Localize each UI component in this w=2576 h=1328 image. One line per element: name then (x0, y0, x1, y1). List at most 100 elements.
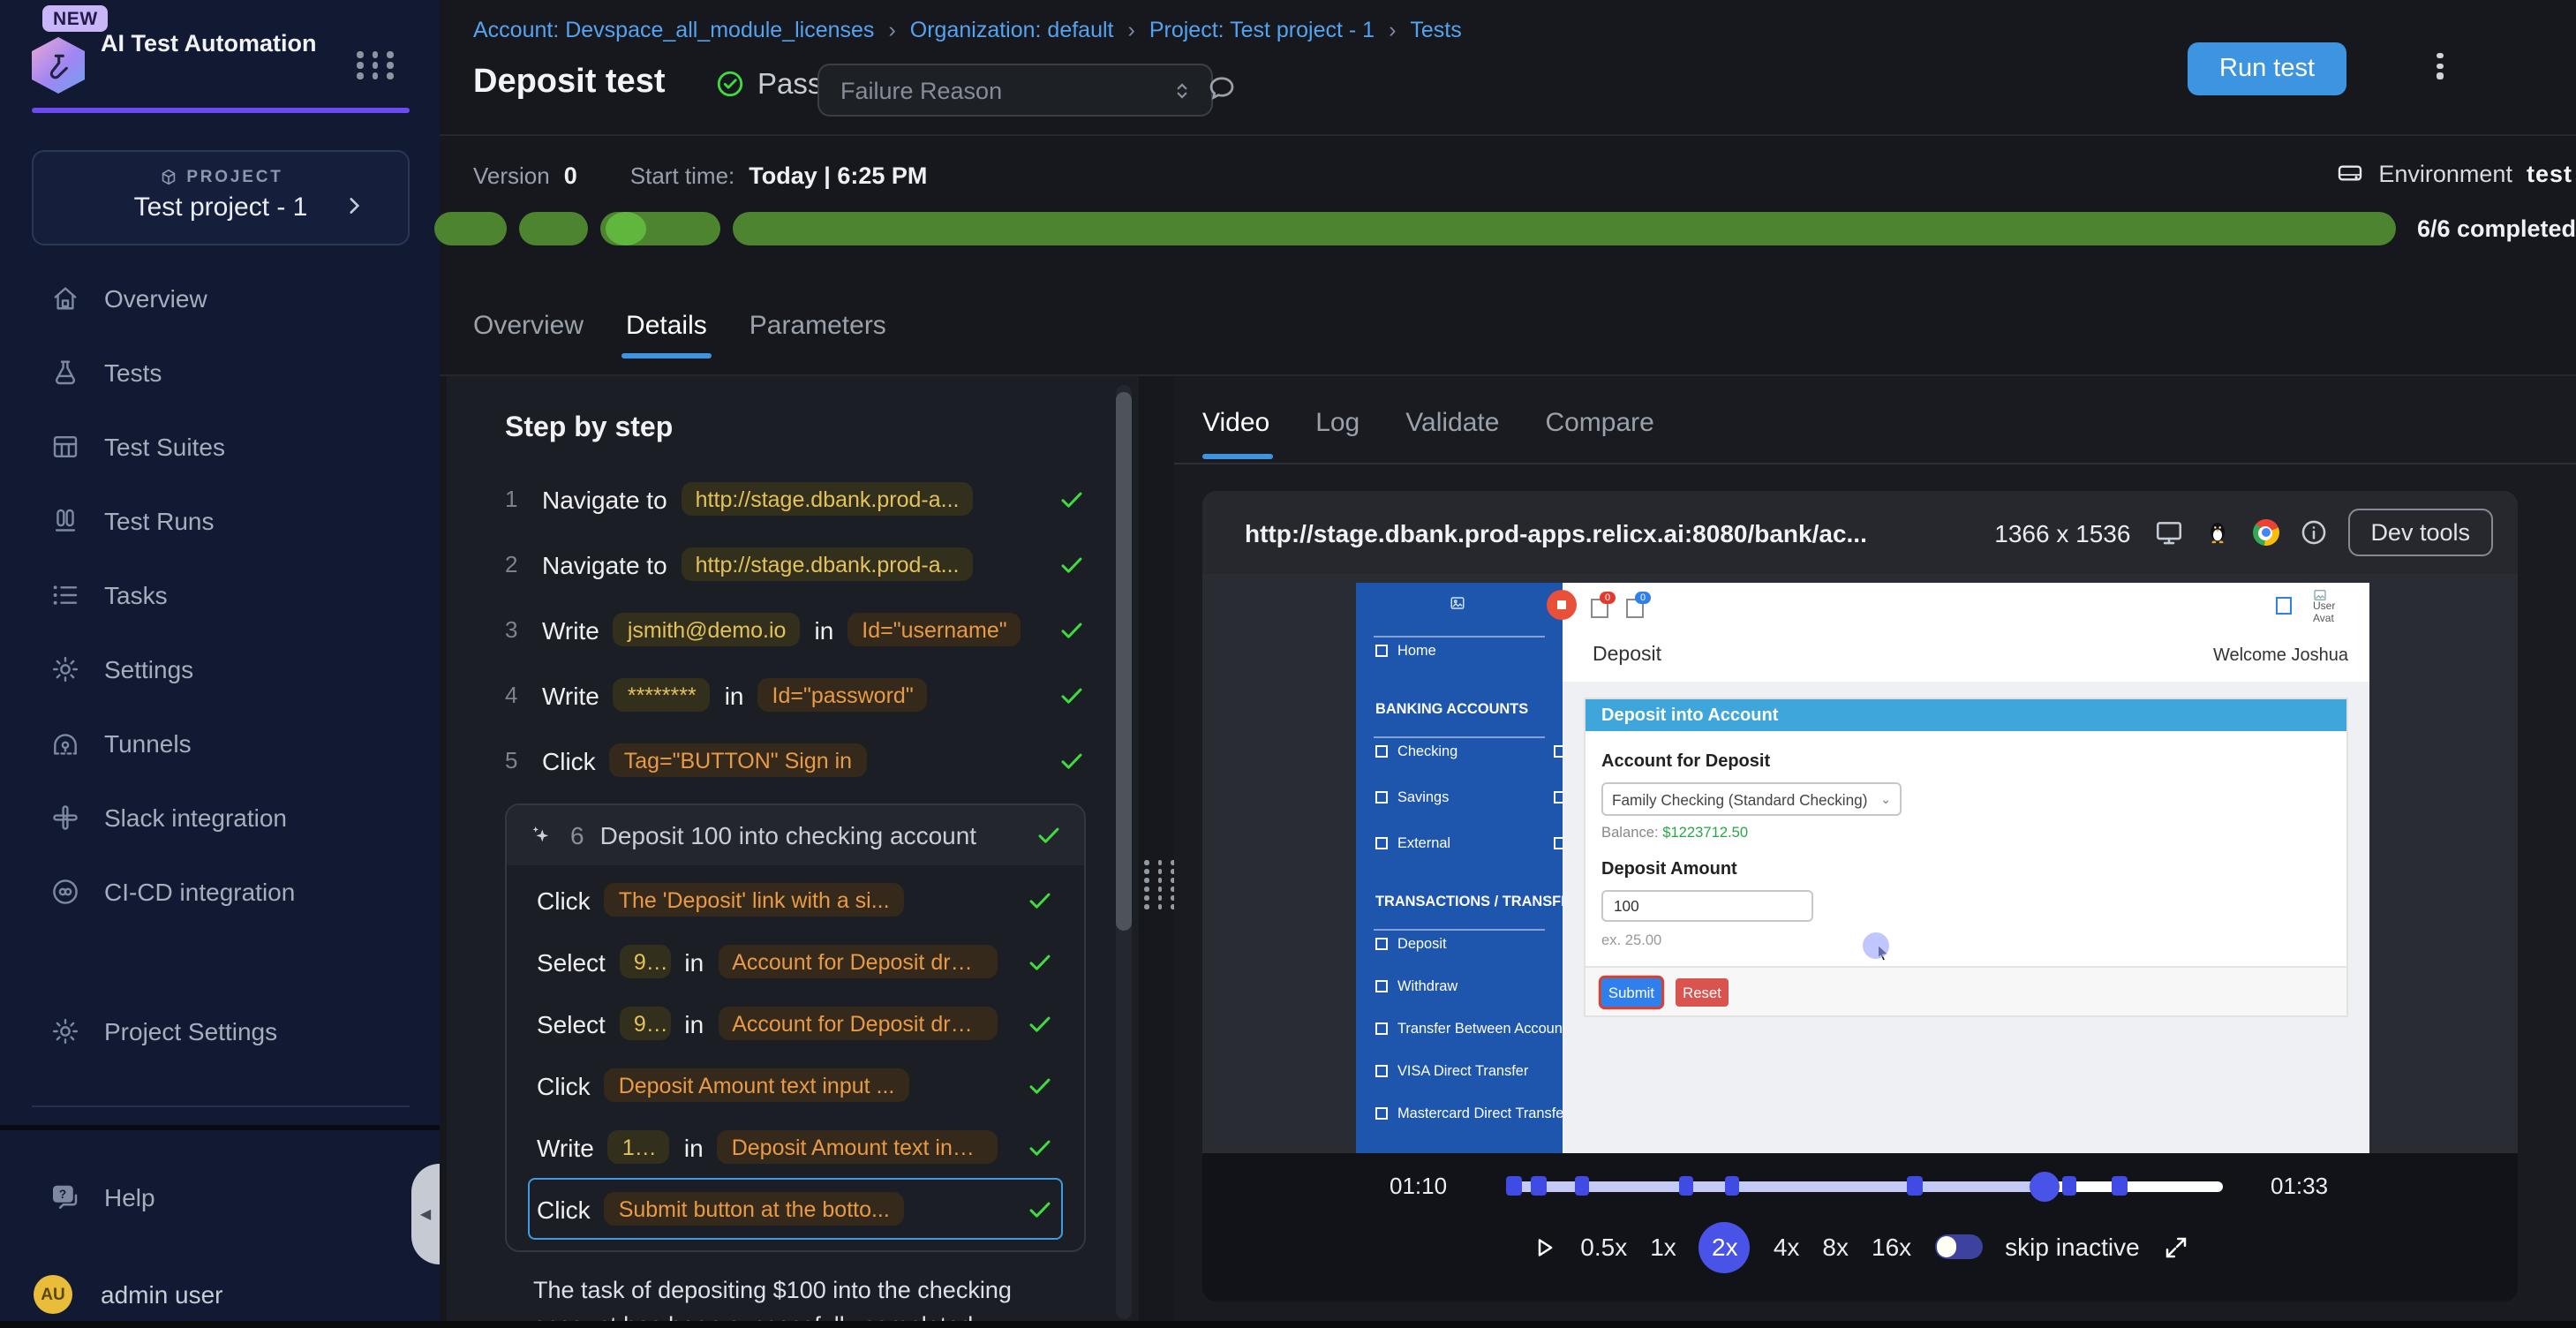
video-url: http://stage.dbank.prod-apps.relicx.ai:8… (1245, 518, 1975, 547)
bank-submit-button[interactable]: Submit (1601, 977, 1661, 1006)
failure-reason-select[interactable]: Failure Reason (817, 64, 1213, 117)
timeline-marker[interactable] (1725, 1177, 1740, 1196)
video-tab-compare[interactable]: Compare (1545, 408, 1653, 459)
sidebar-collapse-handle[interactable]: ◀ (411, 1164, 440, 1264)
bank-amount-input[interactable]: 100 (1601, 890, 1813, 922)
bank-topbar-blue-icon[interactable] (2276, 597, 2292, 615)
sidebar-item-help[interactable]: ? Help (0, 1160, 440, 1234)
bank-card-header: Deposit into Account (1586, 699, 2346, 731)
video-tab-validate[interactable]: Validate (1405, 408, 1499, 459)
step-action-text: Select (537, 947, 606, 976)
bank-welcome-text: Welcome Joshua (2213, 646, 2348, 666)
step-row[interactable]: Write100inDeposit Amount text input ... (528, 1116, 1063, 1178)
step-row[interactable]: Select95inAccount for Deposit dropd... (528, 992, 1063, 1054)
apps-grid-icon[interactable] (357, 51, 397, 79)
info-icon[interactable] (2298, 517, 2328, 547)
sidebar-item-settings[interactable]: Settings (0, 632, 440, 706)
step-number: 3 (505, 616, 528, 643)
sidebar-item-overview[interactable]: Overview (0, 261, 440, 336)
bank-user-avatar[interactable]: User Avat (2313, 588, 2355, 627)
bank-account-select[interactable]: Family Checking (Standard Checking) ⌄ (1601, 782, 1902, 816)
bank-sidebar-item-deposit[interactable]: Deposit (1356, 936, 1582, 952)
video-timeline[interactable] (1506, 1181, 2223, 1191)
speed-4x[interactable]: 4x (1774, 1233, 1800, 1261)
step-row[interactable]: 1Navigate tohttp://stage.dbank.prod-a... (505, 466, 1086, 532)
timeline-marker[interactable] (1574, 1177, 1589, 1196)
bank-sidebar-item-transfer-between-accounts[interactable]: Transfer Between Accounts (1356, 1021, 1582, 1037)
sidebar-item-test-suites[interactable]: Test Suites (0, 410, 440, 484)
sidebar-item-tests[interactable]: Tests (0, 336, 440, 410)
timeline-scrubber-handle[interactable] (2029, 1172, 2059, 1202)
bank-reset-button[interactable]: Reset (1676, 977, 1729, 1006)
tab-parameters[interactable]: Parameters (749, 311, 886, 358)
breadcrumb-separator: › (888, 18, 895, 42)
sidebar-item-slack-integration[interactable]: Slack integration (0, 781, 440, 855)
fullscreen-icon[interactable] (2163, 1234, 2189, 1260)
speed-16x[interactable]: 16x (1872, 1233, 1911, 1261)
tab-overview[interactable]: Overview (473, 311, 584, 358)
step-row-selected[interactable]: ClickSubmit button at the botto... (528, 1178, 1063, 1240)
step-group-header[interactable]: 6Deposit 100 into checking account (507, 805, 1084, 865)
video-panel: Video Log Validate Compare http://stage.dba… (1174, 376, 2576, 1328)
video-tab-log[interactable]: Log (1315, 408, 1360, 459)
dev-tools-button[interactable]: Dev tools (2347, 509, 2493, 556)
video-tab-video[interactable]: Video (1202, 408, 1269, 459)
breadcrumb-item[interactable]: Account: Devspace_all_module_licenses (473, 18, 874, 42)
timeline-marker[interactable] (1532, 1177, 1547, 1196)
step-row[interactable]: 4Write********inId="password" (505, 662, 1086, 728)
video-controls-strip: 01:10 01:33 0.5x1x2x4x8x16x skip inactiv… (1202, 1153, 2518, 1302)
sidebar-item-tasks[interactable]: Tasks (0, 558, 440, 632)
sidebar-item-tunnels[interactable]: Tunnels (0, 706, 440, 781)
sidebar-item-project-settings[interactable]: Project Settings (0, 994, 440, 1068)
timeline-marker[interactable] (1908, 1177, 1923, 1196)
speed-0.5x[interactable]: 0.5x (1580, 1233, 1627, 1261)
page-title: Deposit test (473, 64, 666, 102)
bank-sidebar-item-home[interactable]: Home (1356, 643, 1582, 659)
breadcrumb-item[interactable]: Organization: default (910, 18, 1114, 42)
skip-inactive-toggle[interactable] (1934, 1234, 1982, 1259)
timeline-marker[interactable] (2112, 1177, 2127, 1196)
step-row[interactable]: Select95inAccount for Deposit dropd... (528, 931, 1063, 992)
breadcrumb-item[interactable]: Project: Test project - 1 (1149, 18, 1375, 42)
step-row[interactable]: 5ClickTag="BUTTON" Sign in (505, 728, 1086, 793)
bank-sidebar-item-savings[interactable]: Savings (1356, 789, 1582, 805)
bank-sidebar-item-visa-direct-transfer[interactable]: VISA Direct Transfer (1356, 1063, 1582, 1079)
sidebar-item-label: Tasks (104, 581, 168, 609)
sidebar-item-ci-cd-integration[interactable]: CI-CD integration (0, 855, 440, 929)
steps-scrollbar[interactable] (1116, 385, 1132, 1319)
step-row[interactable]: 2Navigate tohttp://stage.dbank.prod-a... (505, 532, 1086, 597)
sidebar-item-test-runs[interactable]: Test Runs (0, 484, 440, 558)
bank-sidebar-item-mastercard-direct-transfer[interactable]: Mastercard Direct Transfer (1356, 1105, 1582, 1121)
step-row[interactable]: ClickDeposit Amount text input ... (528, 1054, 1063, 1116)
step-action-text: Write (537, 1133, 594, 1161)
bank-sidebar-item-withdraw[interactable]: Withdraw (1356, 978, 1582, 994)
bank-sidebar-item-external[interactable]: External (1356, 835, 1582, 851)
start-time-value: Today | 6:25 PM (749, 162, 927, 189)
timeline-marker[interactable] (1506, 1177, 1521, 1196)
steps-scrollbar-thumb[interactable] (1116, 392, 1132, 931)
step-row[interactable]: ClickThe 'Deposit' link with a si... (528, 869, 1063, 931)
cicd-icon (49, 876, 81, 908)
play-icon[interactable] (1531, 1234, 1557, 1260)
sidebar-divider (32, 1105, 410, 1107)
step-row[interactable]: 3Writejsmith@demo.ioinId="username" (505, 597, 1086, 662)
timeline-marker[interactable] (1678, 1177, 1693, 1196)
bank-message-icon[interactable]: 0 (1626, 599, 1644, 618)
user-row[interactable]: AU admin user (0, 1257, 473, 1328)
timeline-marker[interactable] (2061, 1177, 2076, 1196)
tab-details[interactable]: Details (626, 311, 707, 358)
bank-notification-icon[interactable]: 0 (1591, 599, 1608, 618)
comment-bubble-icon[interactable] (1206, 72, 1238, 104)
speed-8x[interactable]: 8x (1822, 1233, 1849, 1261)
bank-item-label: Mastercard Direct Transfer (1397, 1105, 1569, 1121)
speed-1x[interactable]: 1x (1650, 1233, 1676, 1261)
bank-sidebar-item-checking[interactable]: Checking (1356, 743, 1582, 759)
bank-badge-blue: 0 (1635, 592, 1651, 604)
speed-2x[interactable]: 2x (1699, 1221, 1751, 1272)
check-icon (1058, 550, 1086, 578)
bank-item-label: Checking (1397, 743, 1457, 759)
project-selector[interactable]: PROJECT Test project - 1 (32, 150, 410, 245)
run-test-button[interactable]: Run test (2188, 42, 2346, 95)
breadcrumb-item[interactable]: Tests (1410, 18, 1461, 42)
kebab-menu-icon[interactable] (2424, 53, 2456, 85)
